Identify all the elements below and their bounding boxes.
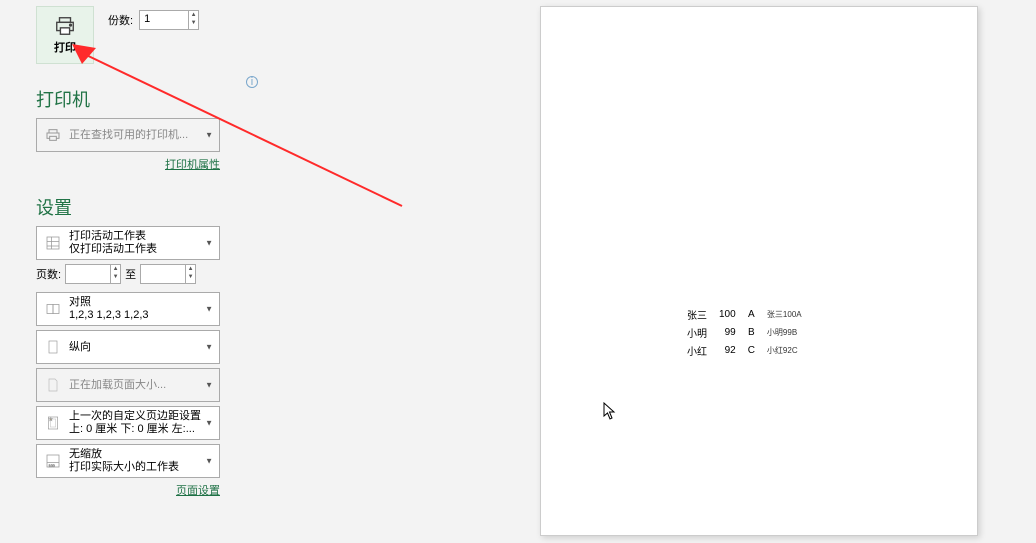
margins-line2: 上: 0 厘米 下: 0 厘米 左:... <box>69 423 215 436</box>
printer-dropdown[interactable]: 正在查找可用的打印机... ▼ <box>36 118 220 152</box>
table-row: 张三100A张三100A <box>687 307 812 323</box>
sheet-icon <box>41 231 65 255</box>
scaling-line2: 打印实际大小的工作表 <box>69 461 215 474</box>
pages-from-stepper[interactable]: ▲▼ <box>65 264 121 284</box>
print-what-dropdown[interactable]: 打印活动工作表 仅打印活动工作表 ▼ <box>36 226 220 260</box>
info-icon[interactable]: i <box>246 76 258 88</box>
print-button[interactable]: 打印 <box>36 6 94 64</box>
collate-dropdown[interactable]: 对照 1,2,3 1,2,3 1,2,3 ▼ <box>36 292 220 326</box>
preview-data-table: 张三100A张三100A 小明99B小明99B 小红92C小红92C <box>685 305 814 361</box>
pages-to-stepper[interactable]: ▲▼ <box>140 264 196 284</box>
page-setup-link[interactable]: 页面设置 <box>36 482 220 498</box>
pages-separator: 至 <box>125 266 136 282</box>
table-row: 小红92C小红92C <box>687 343 812 359</box>
scaling-dropdown[interactable]: 100 无缩放 打印实际大小的工作表 ▼ <box>36 444 220 478</box>
chevron-down-icon: ▼ <box>205 305 213 314</box>
collate-line2: 1,2,3 1,2,3 1,2,3 <box>69 309 215 322</box>
chevron-down-icon: ▼ <box>205 131 213 140</box>
print-preview: 张三100A张三100A 小明99B小明99B 小红92C小红92C <box>540 6 978 536</box>
orientation-text: 纵向 <box>69 341 215 354</box>
printer-properties-link[interactable]: 打印机属性 <box>36 156 220 172</box>
margins-dropdown[interactable]: ★ 上一次的自定义页边距设置 上: 0 厘米 下: 0 厘米 左:... ▼ <box>36 406 220 440</box>
collate-icon <box>41 297 65 321</box>
table-row: 小明99B小明99B <box>687 325 812 341</box>
stepper-arrows-icon: ▲▼ <box>188 11 198 29</box>
copies-value: 1 <box>140 11 188 29</box>
orientation-dropdown[interactable]: 纵向 ▼ <box>36 330 220 364</box>
pages-label: 页数: <box>36 266 61 282</box>
svg-text:100: 100 <box>49 464 55 468</box>
paper-size-text: 正在加载页面大小... <box>69 379 215 392</box>
chevron-down-icon: ▼ <box>205 343 213 352</box>
chevron-down-icon: ▼ <box>205 381 213 390</box>
print-what-line1: 打印活动工作表 <box>69 230 215 243</box>
collate-line1: 对照 <box>69 296 215 309</box>
copies-stepper[interactable]: 1 ▲▼ <box>139 10 199 30</box>
chevron-down-icon: ▼ <box>205 239 213 248</box>
stepper-arrows-icon: ▲▼ <box>185 265 195 283</box>
print-button-label: 打印 <box>54 39 76 55</box>
scaling-line1: 无缩放 <box>69 448 215 461</box>
chevron-down-icon: ▼ <box>205 457 213 466</box>
printer-section-title: 打印机 i <box>36 86 240 112</box>
printer-icon <box>53 15 77 37</box>
page-icon <box>41 373 65 397</box>
printer-status-text: 正在查找可用的打印机... <box>69 129 215 142</box>
pages-to-value <box>141 265 185 283</box>
margins-line1: 上一次的自定义页边距设置 <box>69 410 215 423</box>
stepper-arrows-icon: ▲▼ <box>110 265 120 283</box>
scale-icon: 100 <box>41 449 65 473</box>
pages-from-value <box>66 265 110 283</box>
portrait-icon <box>41 335 65 359</box>
print-what-line2: 仅打印活动工作表 <box>69 243 215 256</box>
copies-label: 份数: <box>108 12 133 28</box>
svg-text:★: ★ <box>49 416 53 421</box>
settings-section-title: 设置 <box>36 194 240 220</box>
printer-small-icon <box>41 123 65 147</box>
paper-size-dropdown[interactable]: 正在加载页面大小... ▼ <box>36 368 220 402</box>
chevron-down-icon: ▼ <box>205 419 213 428</box>
margins-icon: ★ <box>41 411 65 435</box>
